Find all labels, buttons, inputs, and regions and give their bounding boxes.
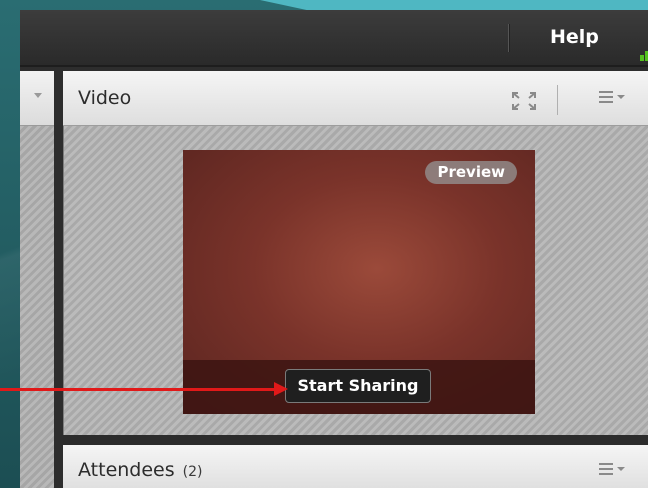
- pod-menu-icon[interactable]: [599, 461, 627, 477]
- attendees-title: Attendees: [78, 459, 175, 481]
- attendees-count: (2): [182, 464, 203, 480]
- video-preview: Preview Start Sharing: [183, 150, 535, 414]
- pod-divider: [63, 435, 648, 445]
- help-menu[interactable]: Help: [550, 26, 599, 48]
- pod-menu-icon[interactable]: [599, 89, 627, 105]
- preview-badge: Preview: [425, 161, 517, 184]
- header-separator: [557, 85, 558, 115]
- attendees-pod-title: Attendees (2): [78, 459, 202, 481]
- accent-corner: [260, 0, 648, 10]
- annotation-arrow-head: [274, 382, 288, 396]
- left-pod-header: [20, 71, 54, 126]
- annotation-arrow-line: [0, 388, 280, 391]
- video-pod-title: Video: [78, 87, 132, 109]
- attendees-pod-header: Attendees (2): [63, 445, 648, 488]
- left-pod: [20, 71, 54, 488]
- toolbar-separator: [508, 24, 509, 52]
- top-toolbar: Help: [20, 10, 648, 67]
- fullscreen-icon[interactable]: [511, 91, 537, 111]
- chevron-down-icon[interactable]: [34, 93, 42, 98]
- video-pod-header: Video: [63, 71, 648, 126]
- start-sharing-button[interactable]: Start Sharing: [285, 369, 431, 403]
- share-bar: Start Sharing: [183, 360, 535, 414]
- signal-strength-icon: [640, 37, 648, 61]
